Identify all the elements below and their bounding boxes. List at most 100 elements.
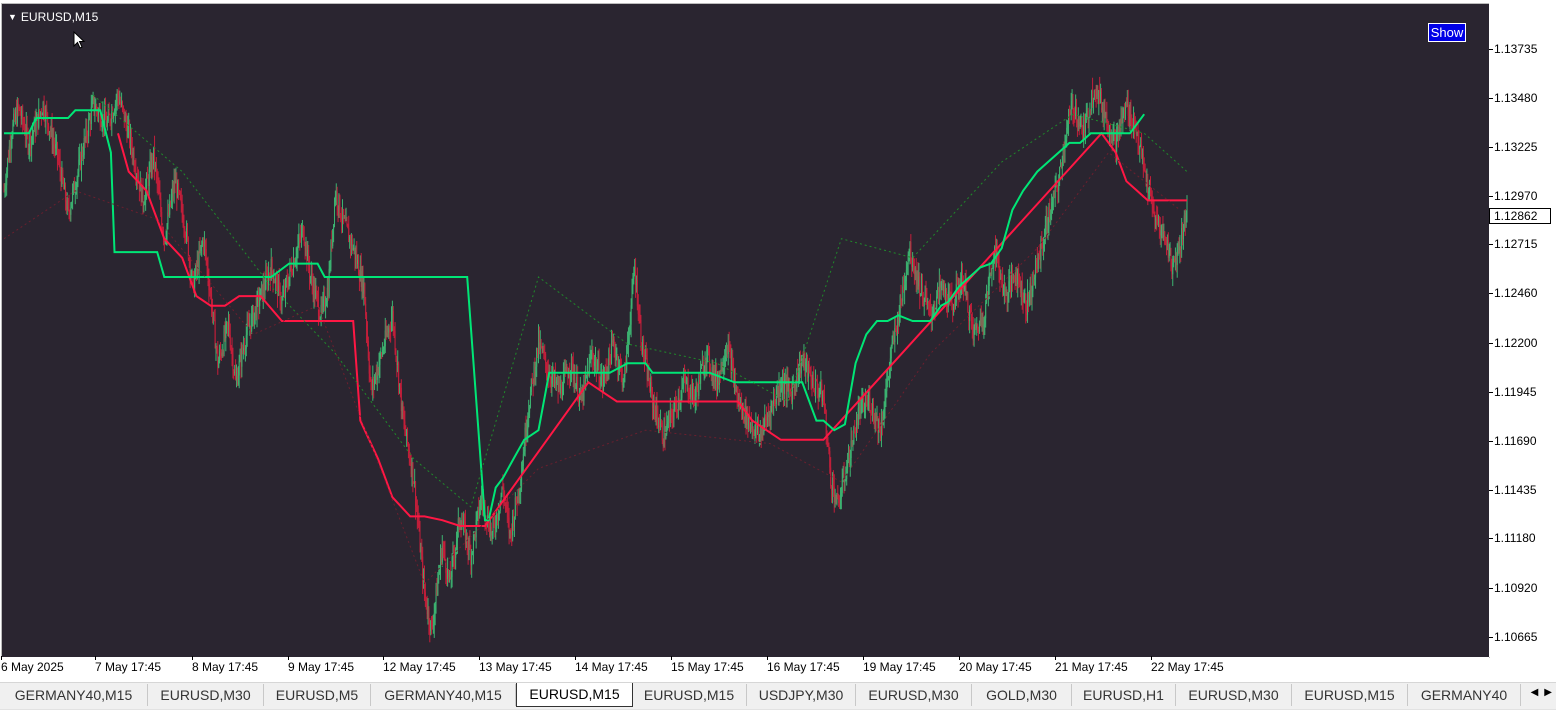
candle-body	[944, 284, 946, 294]
candle-body	[773, 400, 775, 405]
candle-body	[492, 521, 494, 532]
chart-tab[interactable]: EURUSD,M5	[264, 684, 371, 706]
candle-body	[864, 401, 866, 408]
candle-body	[853, 427, 855, 445]
candle-body	[336, 191, 338, 207]
candle-body	[1051, 202, 1053, 214]
candle-body	[343, 217, 345, 219]
candle-body	[815, 379, 817, 394]
chart-window[interactable]: ▼ EURUSD,M15 Show 1.13735 1.13480 1.13225 1…	[0, 0, 1556, 682]
candle-body	[293, 260, 295, 274]
chart-tab[interactable]: EURUSD,M30	[1176, 684, 1292, 706]
candle-body	[1026, 310, 1028, 316]
candle-body	[1001, 277, 1003, 279]
candle-body	[1012, 277, 1014, 279]
chart-tab[interactable]: EURUSD,M30	[856, 684, 972, 706]
candle-body	[414, 481, 416, 484]
candle-body	[914, 267, 916, 275]
price-axis[interactable]: 1.13735 1.13480 1.13225 1.12970 1.12715 1.124…	[1488, 3, 1556, 657]
chart-tab[interactable]: GOLD,M30	[972, 684, 1072, 706]
candle-body	[722, 367, 724, 371]
candle-body	[1043, 241, 1045, 249]
candle-body	[303, 238, 305, 245]
chart-tab[interactable]: EURUSD,M15	[1292, 684, 1408, 706]
candle-body	[953, 306, 955, 311]
scroll-right-icon[interactable]: ▶	[1544, 687, 1552, 698]
candle-body	[769, 414, 771, 421]
candle-body	[387, 332, 389, 334]
candle-body	[7, 158, 9, 172]
candle-body	[848, 449, 850, 465]
candle-body	[230, 347, 232, 350]
candle-body	[806, 360, 808, 362]
chart-tab[interactable]: EURUSD,M15	[632, 684, 747, 706]
candle-body	[1142, 153, 1144, 169]
candle-body	[1060, 165, 1062, 169]
chart-tab[interactable]: EURUSD,H1	[1072, 684, 1176, 706]
candle-body	[7, 158, 9, 161]
show-button[interactable]: Show	[1428, 23, 1466, 42]
candle-body	[209, 290, 211, 292]
candle-body	[660, 422, 662, 424]
candle-body	[933, 307, 935, 314]
price-tick-label: 1.11435	[1489, 482, 1537, 497]
price-tick-label: 1.11945	[1489, 384, 1537, 399]
candle-body	[793, 385, 795, 388]
candle-body	[939, 281, 941, 288]
candle-body	[613, 339, 615, 350]
price-chart[interactable]	[2, 4, 1489, 657]
candle-body	[717, 380, 719, 385]
chart-tab[interactable]: GERMANY40,M15	[0, 684, 148, 706]
candle-body	[520, 487, 522, 491]
candle-body	[65, 201, 67, 210]
chart-tab[interactable]: GERMANY40,M15	[371, 684, 516, 706]
candle-body	[1046, 218, 1048, 230]
candle-body	[72, 182, 74, 190]
chart-tab[interactable]: USDJPY,M30	[747, 684, 856, 706]
candle-body	[1011, 273, 1013, 279]
candle-body	[864, 407, 866, 411]
dropdown-triangle-icon[interactable]: ▼	[8, 10, 17, 24]
candle-body	[788, 384, 790, 386]
chart-tab[interactable]: EURUSD,M30	[148, 684, 264, 706]
candle-body	[437, 580, 439, 596]
candle-body	[243, 347, 245, 352]
candle-body	[1019, 281, 1021, 293]
candle-body	[1177, 248, 1179, 251]
dotted-trend-lower	[3, 151, 1181, 585]
candle-body	[132, 152, 134, 158]
candle-body	[834, 496, 836, 503]
candle-body	[500, 495, 502, 501]
candle-body	[59, 160, 61, 172]
candle-body	[170, 197, 172, 206]
candle-body	[403, 417, 405, 422]
candle-body	[45, 109, 47, 122]
candle-body	[19, 108, 21, 116]
chart-tab[interactable]: EURUSD,M15	[516, 683, 633, 707]
candle-body	[857, 408, 859, 426]
chart-tab[interactable]: GERMANY40	[1408, 684, 1521, 706]
plot-area[interactable]: ▼ EURUSD,M15 Show	[1, 3, 1490, 658]
candle-body	[88, 119, 90, 137]
candle-body	[1113, 129, 1115, 131]
candle-body	[627, 335, 629, 345]
candle-body	[751, 426, 753, 429]
candle-body	[1101, 107, 1103, 111]
candle-body	[1017, 268, 1019, 285]
candle-body	[746, 407, 748, 426]
candle-body	[1099, 90, 1101, 104]
candle-body	[1084, 117, 1086, 134]
candle-body	[68, 206, 70, 212]
candle-body	[929, 305, 931, 315]
candle-body	[527, 415, 529, 430]
candle-body	[155, 164, 157, 173]
scroll-left-icon[interactable]: ◀	[1531, 687, 1539, 698]
time-axis[interactable]: 6 May 2025 7 May 17:45 8 May 17:45 9 May 17…	[0, 656, 1489, 679]
candle-body	[1002, 278, 1004, 293]
candle-body	[438, 573, 440, 581]
candle-body	[1158, 223, 1160, 231]
candle-body	[945, 288, 947, 294]
candle-body	[953, 306, 955, 308]
candle-body	[226, 322, 228, 325]
candle-body	[412, 462, 414, 483]
